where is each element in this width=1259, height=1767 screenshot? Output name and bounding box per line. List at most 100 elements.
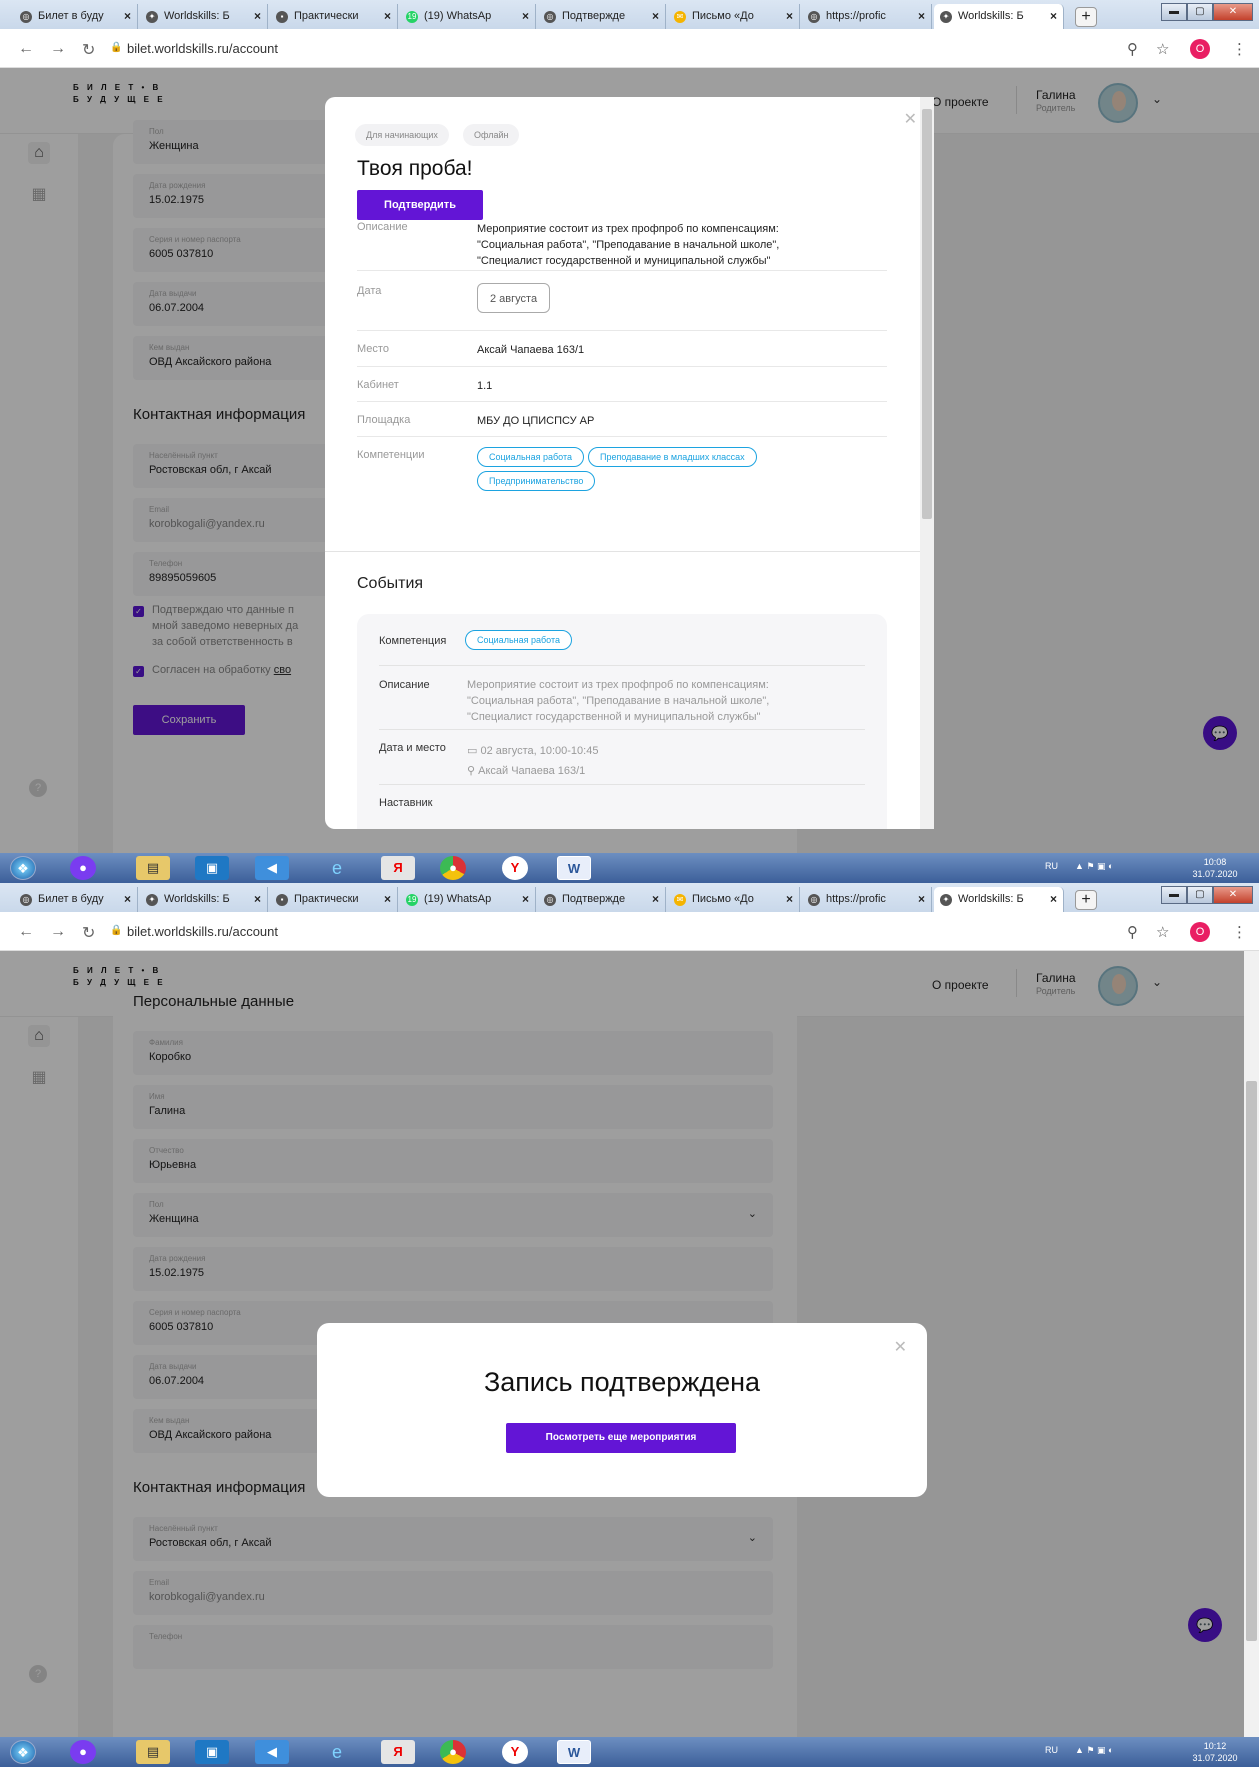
scrollbar-thumb[interactable] xyxy=(922,109,932,519)
event-modal: ✕ Для начинающих Офлайн Твоя проба! Подт… xyxy=(325,97,933,829)
close-tab-icon[interactable]: × xyxy=(124,887,131,912)
close-tab-icon[interactable]: × xyxy=(124,4,131,29)
close-tab-icon[interactable]: × xyxy=(522,887,529,912)
browser-tab[interactable]: ◎ Билет в буду × xyxy=(14,887,138,912)
browser-tab[interactable]: ◎ Подтвержде × xyxy=(538,887,666,912)
menu-dots-icon[interactable]: ⋮ xyxy=(1232,40,1247,58)
new-tab-button[interactable]: + xyxy=(1075,890,1097,910)
back-arrow-icon[interactable]: ← xyxy=(18,923,34,941)
browser-tab[interactable]: ◎ https://profic × xyxy=(802,4,932,29)
yandex-icon[interactable]: Я xyxy=(381,856,415,880)
event-competency-row: Компетенция Социальная работа xyxy=(379,614,865,666)
new-tab-button[interactable]: + xyxy=(1075,7,1097,27)
yandex-icon[interactable]: Я xyxy=(381,1740,415,1764)
close-tab-icon[interactable]: × xyxy=(1050,4,1057,29)
alice-icon[interactable]: ● xyxy=(70,856,96,880)
yandex-browser-icon[interactable]: Y xyxy=(502,856,528,880)
presentation-icon[interactable]: ▣ xyxy=(195,1740,229,1764)
forward-arrow-icon[interactable]: → xyxy=(50,40,66,58)
menu-dots-icon[interactable]: ⋮ xyxy=(1232,923,1247,941)
reload-icon[interactable]: ↻ xyxy=(82,923,95,943)
more-events-button[interactable]: Посмотреть еще мероприятия xyxy=(506,1423,736,1453)
folder-icon[interactable]: ▤ xyxy=(136,1740,170,1764)
chrome-icon[interactable]: ● xyxy=(440,1740,466,1764)
language-indicator[interactable]: RU xyxy=(1045,1745,1058,1755)
close-tab-icon[interactable]: × xyxy=(918,4,925,29)
competency-pill[interactable]: Социальная работа xyxy=(477,447,584,467)
internet-explorer-icon[interactable]: e xyxy=(320,1740,354,1764)
media-player-icon[interactable]: ◀ xyxy=(255,856,289,880)
close-tab-icon[interactable]: × xyxy=(254,4,261,29)
back-arrow-icon[interactable]: ← xyxy=(18,40,34,58)
close-icon[interactable]: ✕ xyxy=(904,109,917,129)
close-tab-icon[interactable]: × xyxy=(522,4,529,29)
close-tab-icon[interactable]: × xyxy=(786,4,793,29)
minimize-button[interactable]: ▬ xyxy=(1161,886,1187,904)
yandex-browser-icon[interactable]: Y xyxy=(502,1740,528,1764)
close-icon[interactable]: ✕ xyxy=(894,1337,907,1357)
zoom-icon[interactable]: ⚲ xyxy=(1127,923,1138,941)
chrome-icon[interactable]: ● xyxy=(440,856,466,880)
start-button[interactable]: ❖ xyxy=(10,856,36,880)
folder-icon[interactable]: ▤ xyxy=(136,856,170,880)
language-indicator[interactable]: RU xyxy=(1045,861,1058,871)
profile-avatar[interactable]: O xyxy=(1190,922,1210,942)
profile-avatar[interactable]: O xyxy=(1190,39,1210,59)
window-close-button[interactable]: ✕ xyxy=(1212,3,1253,21)
address-bar: ← → ↻ 🔒 bilet.worldskills.ru/account ⚲ ☆… xyxy=(0,29,1259,68)
window-close-button[interactable]: ✕ xyxy=(1212,886,1253,904)
date-chip[interactable]: 2 августа xyxy=(477,283,551,313)
close-tab-icon[interactable]: × xyxy=(652,887,659,912)
browser-tab[interactable]: ✉ Письмо «До × xyxy=(668,887,800,912)
presentation-icon[interactable]: ▣ xyxy=(195,856,229,880)
close-tab-icon[interactable]: × xyxy=(1050,887,1057,912)
browser-tab[interactable]: ✦ Worldskills: Б × xyxy=(140,4,268,29)
competency-pill[interactable]: Преподавание в младших классах xyxy=(587,447,757,467)
maximize-button[interactable]: ▢ xyxy=(1186,3,1213,21)
browser-tab[interactable]: 19 (19) WhatsAp × xyxy=(400,4,536,29)
page-scrollbar[interactable] xyxy=(1244,951,1259,1737)
media-player-icon[interactable]: ◀ xyxy=(255,1740,289,1764)
close-tab-icon[interactable]: × xyxy=(384,887,391,912)
browser-tab-active[interactable]: ✦ Worldskills: Б × xyxy=(934,4,1064,29)
clock[interactable]: 10:12 31.07.2020 xyxy=(1180,1740,1250,1764)
close-tab-icon[interactable]: × xyxy=(918,887,925,912)
confirm-button[interactable]: Подтвердить xyxy=(357,190,483,220)
forward-arrow-icon[interactable]: → xyxy=(50,923,66,941)
minimize-button[interactable]: ▬ xyxy=(1161,3,1187,21)
close-tab-icon[interactable]: × xyxy=(254,887,261,912)
globe-icon: ◎ xyxy=(20,11,32,23)
word-icon[interactable]: W xyxy=(557,856,591,880)
browser-tab[interactable]: ▪ Практически × xyxy=(270,887,398,912)
zoom-icon[interactable]: ⚲ xyxy=(1127,40,1138,58)
alice-icon[interactable]: ● xyxy=(70,1740,96,1764)
scrollbar-thumb[interactable] xyxy=(1246,1081,1257,1641)
browser-tab[interactable]: ◎ Билет в буду × xyxy=(14,4,138,29)
browser-tab[interactable]: ▪ Практически × xyxy=(270,4,398,29)
modal-scrollbar[interactable] xyxy=(920,97,934,829)
star-icon[interactable]: ☆ xyxy=(1156,40,1169,58)
close-tab-icon[interactable]: × xyxy=(384,4,391,29)
internet-explorer-icon[interactable]: e xyxy=(320,856,354,880)
browser-tab[interactable]: ◎ https://profic × xyxy=(802,887,932,912)
close-tab-icon[interactable]: × xyxy=(652,4,659,29)
browser-tab-active[interactable]: ✦ Worldskills: Б × xyxy=(934,887,1064,912)
competency-pill[interactable]: Предпринимательство xyxy=(477,471,596,491)
browser-tab[interactable]: 19 (19) WhatsAp × xyxy=(400,887,536,912)
close-tab-icon[interactable]: × xyxy=(786,887,793,912)
word-icon[interactable]: W xyxy=(557,1740,591,1764)
maximize-button[interactable]: ▢ xyxy=(1186,886,1213,904)
competency-pill[interactable]: Социальная работа xyxy=(465,630,572,650)
browser-tab[interactable]: ✦ Worldskills: Б × xyxy=(140,887,268,912)
start-button[interactable]: ❖ xyxy=(10,1740,36,1764)
tray-icons[interactable]: ▲ ⚑ ▣ ◐ xyxy=(1075,1745,1113,1756)
tray-icons[interactable]: ▲ ⚑ ▣ ◐ xyxy=(1075,861,1113,872)
competencies-row: Компетенции Социальная работа Преподавани… xyxy=(357,437,887,497)
clock[interactable]: 10:08 31.07.2020 xyxy=(1180,856,1250,880)
star-icon[interactable]: ☆ xyxy=(1156,923,1169,941)
reload-icon[interactable]: ↻ xyxy=(82,40,95,60)
url-text[interactable]: bilet.worldskills.ru/account xyxy=(127,924,278,939)
url-text[interactable]: bilet.worldskills.ru/account xyxy=(127,41,278,56)
browser-tab[interactable]: ✉ Письмо «До × xyxy=(668,4,800,29)
browser-tab[interactable]: ◎ Подтвержде × xyxy=(538,4,666,29)
